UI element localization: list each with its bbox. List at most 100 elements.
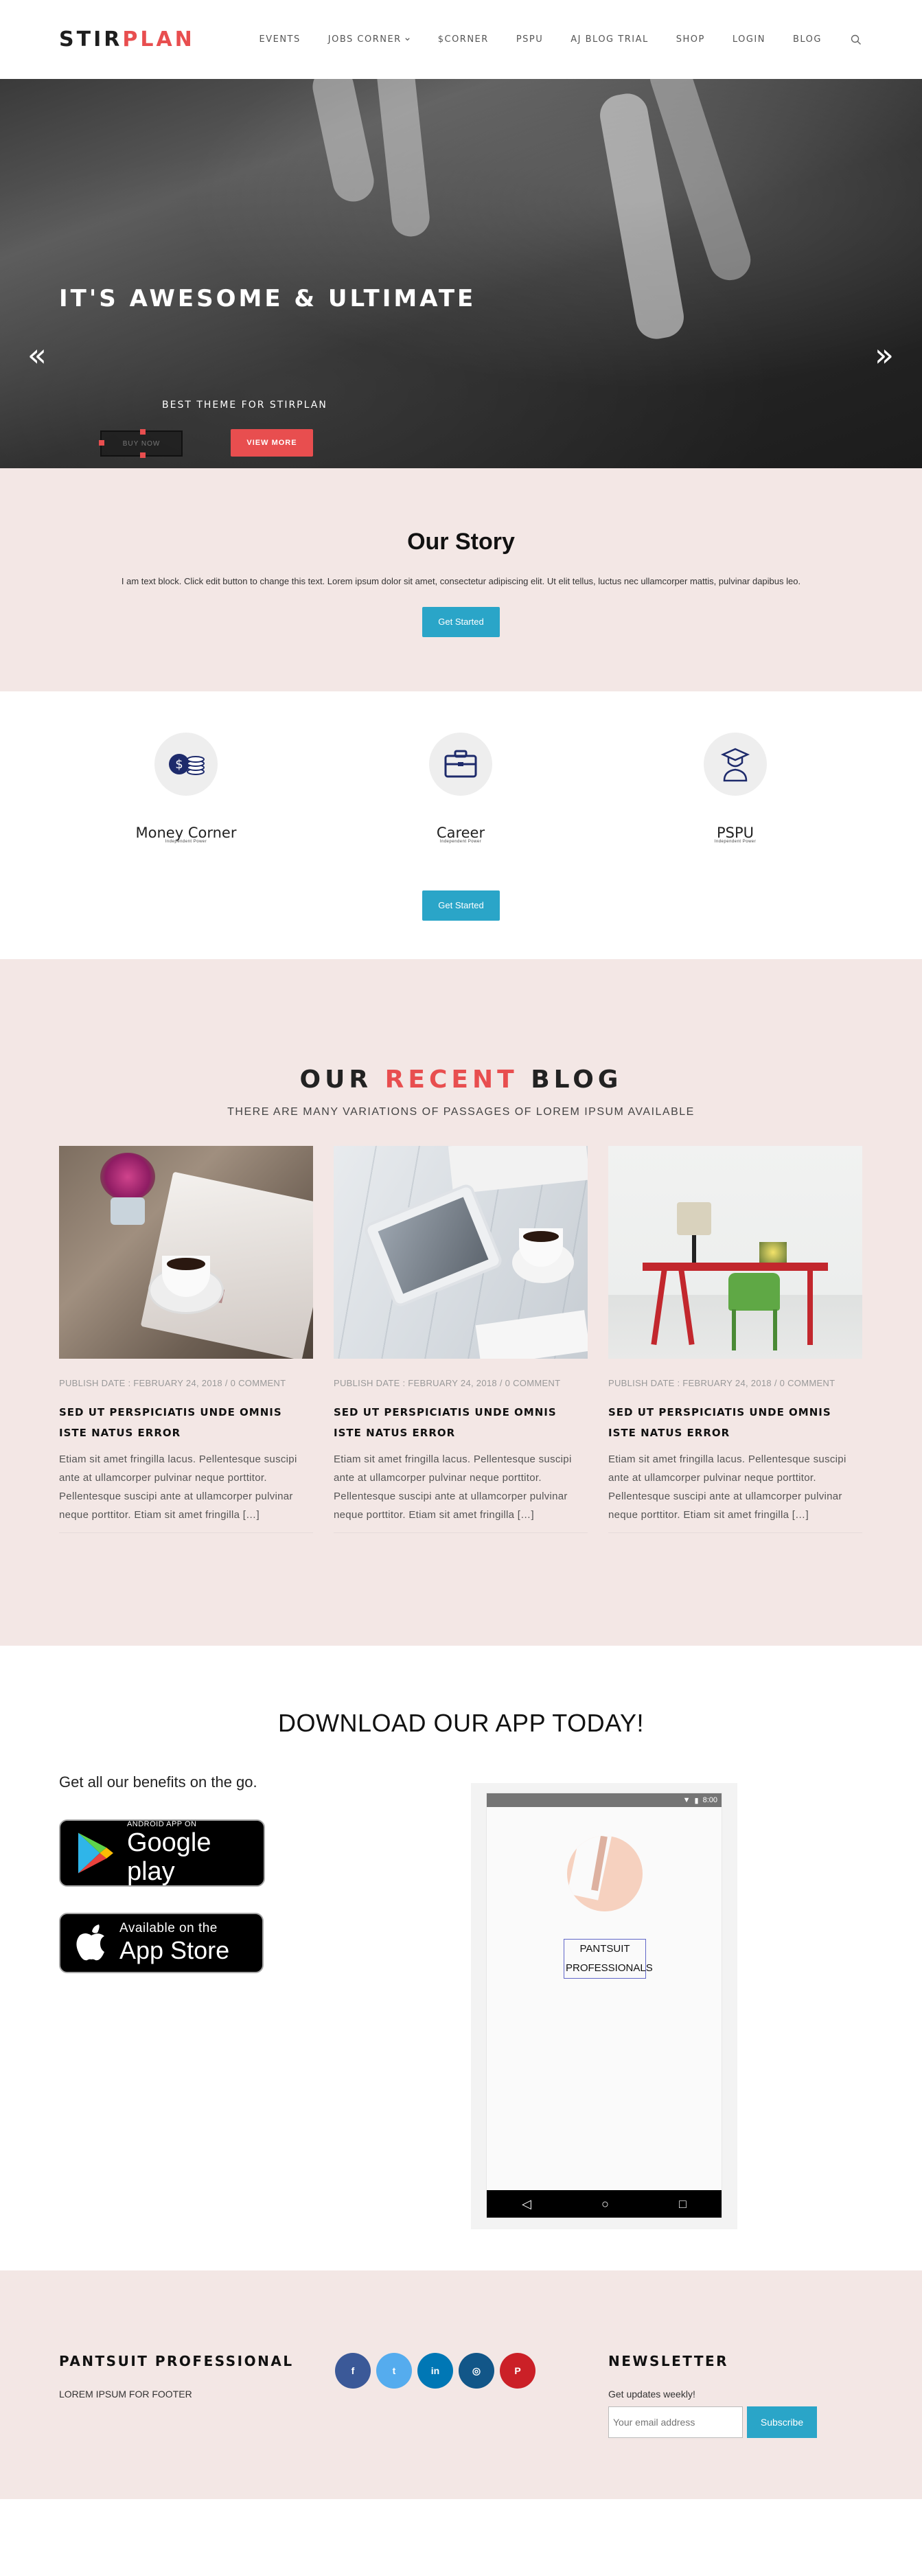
wifi-icon: ▼ xyxy=(682,1796,691,1804)
hero-background xyxy=(0,79,922,468)
google-play-small: ANDROID APP ON xyxy=(126,1820,197,1828)
nav-blog[interactable]: BLOG xyxy=(793,34,822,45)
google-play-icon xyxy=(78,1832,113,1874)
hero-slider: « » IT'S AWESOME & ULTIMATE BEST THEME F… xyxy=(0,79,922,468)
view-more-button[interactable]: VIEW MORE xyxy=(231,429,313,457)
feature-label: Career xyxy=(436,825,485,841)
instagram-icon[interactable]: ◎ xyxy=(459,2353,494,2389)
slider-next-arrow[interactable]: » xyxy=(869,339,899,371)
blog-post-meta: PUBLISH DATE : FEBRUARY 24, 2018 / 0 COM… xyxy=(608,1378,835,1388)
email-input[interactable] xyxy=(608,2406,743,2438)
app-store-button[interactable]: Available on the App Store xyxy=(59,1913,264,1973)
twitter-icon[interactable]: t xyxy=(376,2353,412,2389)
chair-seat xyxy=(728,1273,780,1311)
app-title: DOWNLOAD OUR APP TODAY! xyxy=(278,1709,644,1737)
brand-line: PANTSUIT xyxy=(579,1943,630,1955)
lamp-shade xyxy=(677,1202,711,1235)
recent-blog-section: OUR RECENT BLOG THERE ARE MANY VARIATION… xyxy=(0,959,922,1646)
nav-label: EVENTS xyxy=(259,34,301,45)
lamp-stand xyxy=(692,1235,696,1263)
blog-post-image[interactable] xyxy=(334,1146,588,1359)
nav-events[interactable]: EVENTS xyxy=(260,34,301,45)
footer-brand-text: LOREM IPSUM FOR FOOTER xyxy=(59,2389,192,2400)
divider xyxy=(334,1532,588,1533)
story-title: Our Story xyxy=(407,529,515,555)
get-started-button[interactable]: Get Started xyxy=(422,890,500,921)
search-icon[interactable] xyxy=(849,33,863,47)
desk-leg xyxy=(651,1269,667,1346)
social-links: f t in ◎ P xyxy=(335,2353,535,2389)
pinterest-icon[interactable]: P xyxy=(500,2353,535,2389)
blog-post[interactable]: PUBLISH DATE : FEBRUARY 24, 2018 / 0 COM… xyxy=(59,1146,313,1533)
get-started-button[interactable]: Get Started xyxy=(422,607,500,637)
app-lead-text: Get all our benefits on the go. xyxy=(59,1773,257,1791)
feature-icon-circle: $ xyxy=(154,733,218,796)
logo-text-stir: STIR xyxy=(59,27,123,51)
plant-shape xyxy=(759,1242,787,1263)
google-play-button[interactable]: ANDROID APP ON Google play xyxy=(59,1819,265,1887)
battery-icon: ▮ xyxy=(694,1796,699,1805)
nav-label: SHOP xyxy=(676,34,705,45)
slider-prev-arrow[interactable]: « xyxy=(22,339,52,371)
feature-sub: Independent Power xyxy=(714,840,757,844)
newsletter-text: Get updates weekly! xyxy=(608,2389,695,2400)
blog-title-part: OUR xyxy=(299,1066,373,1094)
main-nav: EVENTS JOBS CORNER $CORNER PSPU AJ BLOG … xyxy=(232,33,864,47)
feature-pspu[interactable]: PSPU Independent Power xyxy=(632,733,838,844)
blog-post-title[interactable]: SED UT PERSPICIATIS UNDE OMNIS ISTE NATU… xyxy=(608,1402,862,1443)
coffee-shape xyxy=(523,1231,559,1242)
blog-post-title[interactable]: SED UT PERSPICIATIS UNDE OMNIS ISTE NATU… xyxy=(59,1402,313,1443)
feature-icon-circle xyxy=(704,733,767,796)
divider xyxy=(608,1532,862,1533)
our-story-section: Our Story I am text block. Click edit bu… xyxy=(0,468,922,691)
site-logo[interactable]: STIRPLAN xyxy=(59,27,195,51)
apple-icon xyxy=(76,1924,104,1961)
facebook-icon[interactable]: f xyxy=(335,2353,371,2389)
svg-text:$: $ xyxy=(175,757,183,772)
phone-screen: ▼ ▮ 8:00 PANTSUIT PROFESSIONALS ◁ ○ □ xyxy=(486,1793,722,2218)
nav-login[interactable]: LOGIN xyxy=(733,34,765,45)
blog-title: OUR RECENT BLOG xyxy=(0,959,922,1094)
desk-top xyxy=(643,1263,828,1271)
back-icon[interactable]: ◁ xyxy=(522,2197,531,2211)
feature-label: PSPU xyxy=(716,825,754,841)
download-app-section: DOWNLOAD OUR APP TODAY! Get all our bene… xyxy=(0,1646,922,2270)
blog-post-excerpt: Etiam sit amet fringilla lacus. Pellente… xyxy=(608,1453,846,1521)
handle-dot xyxy=(140,452,146,458)
feature-sub: Independent Power xyxy=(439,840,482,844)
app-store-big: App Store xyxy=(119,1936,230,1964)
blog-post-image[interactable] xyxy=(59,1146,313,1359)
chevron-down-icon xyxy=(405,38,410,41)
nav-label: AJ BLOG TRIAL xyxy=(571,34,649,45)
feature-career[interactable]: Career Independent Power xyxy=(358,733,564,844)
nav-pspu[interactable]: PSPU xyxy=(516,34,543,45)
hero-outline-button[interactable]: BUY NOW xyxy=(99,429,183,458)
home-icon[interactable]: ○ xyxy=(601,2197,609,2211)
feature-icon-circle xyxy=(429,733,492,796)
feature-money-corner[interactable]: $ Money Corner Independent Power xyxy=(83,733,289,844)
footer-brand-title: PANTSUIT PROFESSIONAL xyxy=(59,2353,294,2369)
hero-title: IT'S AWESOME & ULTIMATE xyxy=(59,285,476,312)
blog-post-title[interactable]: SED UT PERSPICIATIS UNDE OMNIS ISTE NATU… xyxy=(334,1402,588,1443)
desk-leg xyxy=(678,1269,695,1346)
divider xyxy=(59,1532,313,1533)
nav-label: PSPU xyxy=(516,34,544,45)
handle-dot xyxy=(140,429,146,435)
nav-jobs-corner[interactable]: JOBS CORNER xyxy=(328,34,411,45)
blog-posts: PUBLISH DATE : FEBRUARY 24, 2018 / 0 COM… xyxy=(59,1146,862,1533)
vase-shape xyxy=(111,1197,145,1225)
nav-aj-blog-trial[interactable]: AJ BLOG TRIAL xyxy=(571,34,648,45)
blog-post[interactable]: PUBLISH DATE : FEBRUARY 24, 2018 / 0 COM… xyxy=(608,1146,862,1533)
feature-label: Money Corner xyxy=(135,825,237,841)
blog-post[interactable]: PUBLISH DATE : FEBRUARY 24, 2018 / 0 COM… xyxy=(334,1146,588,1533)
nav-shop[interactable]: SHOP xyxy=(676,34,705,45)
coffee-shape xyxy=(167,1258,205,1270)
story-text: I am text block. Click edit button to ch… xyxy=(121,576,801,586)
nav-label: JOBS CORNER xyxy=(327,34,402,45)
linkedin-icon[interactable]: in xyxy=(417,2353,453,2389)
subscribe-button[interactable]: Subscribe xyxy=(747,2406,817,2438)
blog-post-excerpt: Etiam sit amet fringilla lacus. Pellente… xyxy=(334,1453,572,1521)
blog-post-image[interactable] xyxy=(608,1146,862,1359)
nav-dollar-corner[interactable]: $CORNER xyxy=(438,34,489,45)
recents-icon[interactable]: □ xyxy=(679,2197,687,2211)
